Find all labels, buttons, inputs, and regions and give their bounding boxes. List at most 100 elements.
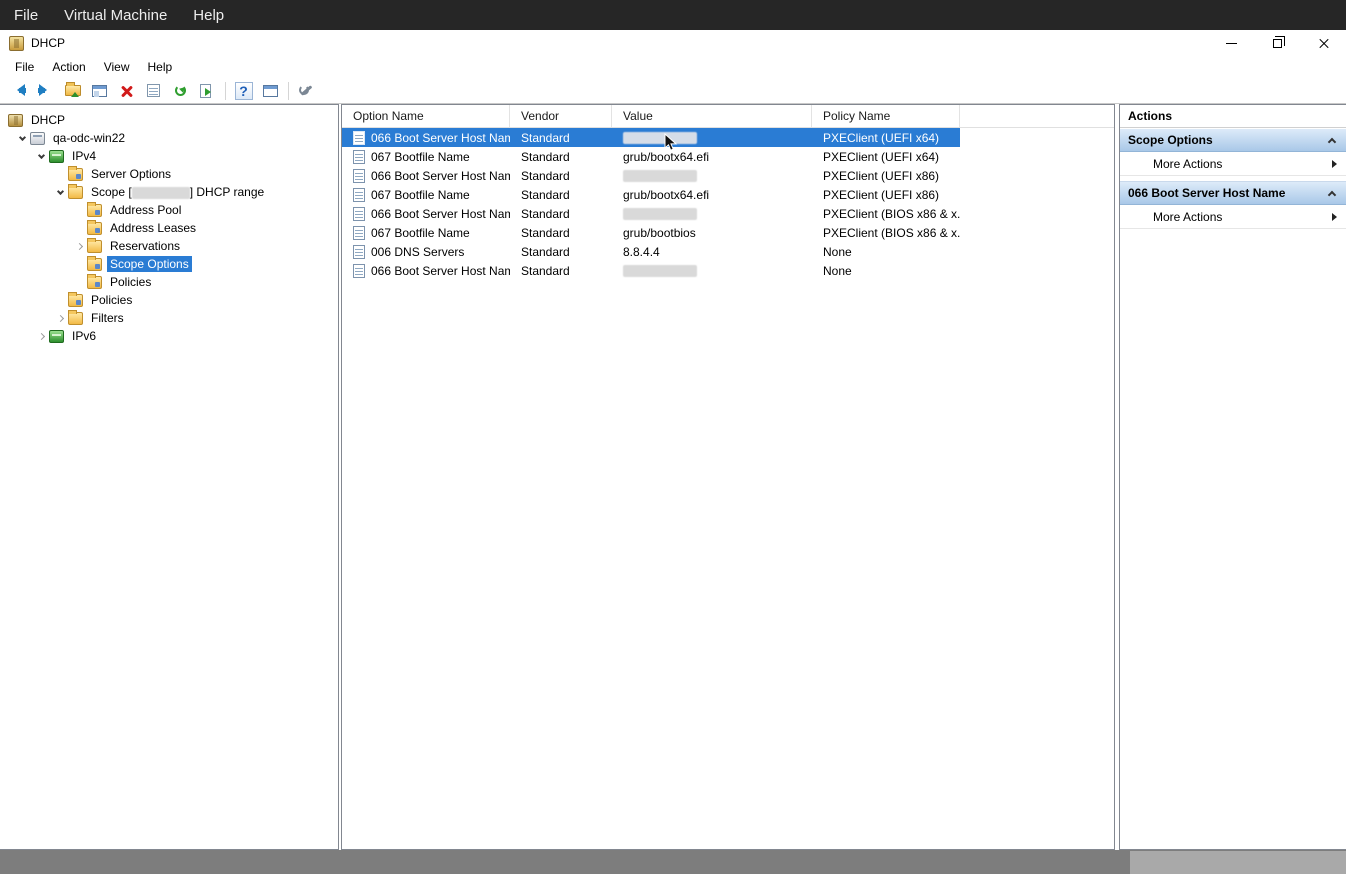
up-one-level-button[interactable] — [60, 80, 85, 102]
vendor: Standard — [510, 128, 612, 147]
dhcp-app-icon — [9, 36, 24, 51]
help-button[interactable]: ? — [231, 80, 256, 102]
expand-expander-icon[interactable] — [33, 334, 49, 339]
tree-item-label: IPv6 — [69, 328, 99, 344]
server-options-icon — [68, 168, 83, 181]
table-row[interactable]: 066 Boot Server Host Name Standard PXECl… — [342, 128, 960, 147]
tree-item-label: Policies — [107, 274, 154, 290]
table-row[interactable]: 006 DNS Servers Standard 8.8.4.4 None — [342, 242, 960, 261]
tree-item-scope[interactable]: Scope [] DHCP range — [0, 183, 338, 201]
actions-section-scope-options[interactable]: Scope Options — [1120, 128, 1346, 152]
option-icon — [353, 188, 365, 202]
tree-item-ipv6[interactable]: IPv6 — [0, 327, 338, 345]
menu-action[interactable]: Action — [43, 58, 94, 76]
screen: File Virtual Machine Help DHCP File Acti… — [0, 0, 1346, 874]
tree-item-scope-options[interactable]: Scope Options — [0, 255, 338, 273]
tree-item-label: Server Options — [88, 166, 174, 182]
scope-folder-icon — [68, 186, 83, 199]
tree-item-server-options[interactable]: Server Options — [0, 165, 338, 183]
properties-icon — [147, 84, 160, 97]
column-header-value[interactable]: Value — [612, 105, 812, 127]
policy-name: None — [812, 242, 960, 261]
option-icon — [353, 131, 365, 145]
policy-name: None — [812, 261, 960, 280]
export-list-button[interactable] — [195, 80, 220, 102]
tree-item-policies[interactable]: Policies — [0, 291, 338, 309]
column-header-vendor[interactable]: Vendor — [510, 105, 612, 127]
menu-file[interactable]: File — [6, 58, 43, 76]
tree-item-label: IPv4 — [69, 148, 99, 164]
option-name: 066 Boot Server Host Name — [371, 207, 510, 221]
actions-section-boot-server-host-name[interactable]: 066 Boot Server Host Name — [1120, 181, 1346, 205]
bottom-taskbar-strip-right — [1130, 851, 1346, 874]
policy-name: PXEClient (UEFI x64) — [812, 128, 960, 147]
table-row[interactable]: 067 Bootfile Name Standard grub/bootx64.… — [342, 147, 960, 166]
policy-name: PXEClient (UEFI x86) — [812, 166, 960, 185]
mmc-menubar: File Action View Help — [0, 56, 1346, 78]
minimize-icon — [1226, 43, 1237, 44]
vm-menu-virtual-machine[interactable]: Virtual Machine — [51, 0, 180, 30]
table-row[interactable]: 066 Boot Server Host Name Standard PXECl… — [342, 166, 960, 185]
policy-name: PXEClient (BIOS x86 & x... — [812, 223, 960, 242]
redacted-value — [623, 132, 697, 144]
policies-icon — [87, 276, 102, 289]
column-header-option-name[interactable]: Option Name — [342, 105, 510, 127]
properties-button[interactable] — [141, 80, 166, 102]
collapse-expander-icon[interactable] — [33, 155, 49, 158]
table-row[interactable]: 066 Boot Server Host Name Standard None — [342, 261, 960, 280]
tree-item-label: Reservations — [107, 238, 183, 254]
address-pool-icon — [87, 204, 102, 217]
actions-section-title: 066 Boot Server Host Name — [1128, 186, 1285, 200]
collapse-section-icon[interactable] — [1326, 134, 1338, 146]
tree-item-reservations[interactable]: Reservations — [0, 237, 338, 255]
option-name: 066 Boot Server Host Name — [371, 264, 510, 278]
tree-item-filters[interactable]: Filters — [0, 309, 338, 327]
back-button[interactable] — [6, 80, 31, 102]
console-window-icon — [263, 85, 278, 97]
column-header-policy-name[interactable]: Policy Name — [812, 105, 960, 127]
tree-item-label: Policies — [88, 292, 135, 308]
tree-item-label: Address Pool — [107, 202, 184, 218]
option-name: 067 Bootfile Name — [371, 188, 470, 202]
show-hide-console-tree-button[interactable] — [87, 80, 112, 102]
forward-button[interactable] — [33, 80, 58, 102]
more-actions-scope-options[interactable]: More Actions — [1120, 152, 1346, 176]
menu-help[interactable]: Help — [139, 58, 182, 76]
policies-icon — [68, 294, 83, 307]
vm-menu-file[interactable]: File — [0, 0, 51, 30]
minimize-button[interactable] — [1208, 30, 1254, 56]
tree-item-address-leases[interactable]: Address Leases — [0, 219, 338, 237]
vm-menubar: File Virtual Machine Help — [0, 0, 1346, 30]
tree-item-ipv4[interactable]: IPv4 — [0, 147, 338, 165]
option-name: 067 Bootfile Name — [371, 226, 470, 240]
expand-expander-icon[interactable] — [71, 244, 87, 249]
expand-expander-icon[interactable] — [52, 316, 68, 321]
tree-item-server[interactable]: qa-odc-win22 — [0, 129, 338, 147]
actions-pane-title: Actions — [1120, 105, 1346, 128]
tree-item-address-pool[interactable]: Address Pool — [0, 201, 338, 219]
tree-item-scope-policies[interactable]: Policies — [0, 273, 338, 291]
delete-icon — [121, 85, 133, 97]
restore-button[interactable] — [1254, 30, 1300, 56]
table-row[interactable]: 066 Boot Server Host Name Standard PXECl… — [342, 204, 960, 223]
delete-button[interactable] — [114, 80, 139, 102]
menu-view[interactable]: View — [95, 58, 139, 76]
tools-button[interactable] — [294, 80, 319, 102]
up-one-level-icon — [65, 85, 81, 96]
console-tree-pane: DHCP qa-odc-win22 IPv4 Server Options — [0, 104, 339, 850]
more-actions-boot-server-host-name[interactable]: More Actions — [1120, 205, 1346, 229]
collapse-expander-icon[interactable] — [52, 191, 68, 194]
refresh-button[interactable] — [168, 80, 193, 102]
collapse-section-icon[interactable] — [1326, 187, 1338, 199]
results-list-pane: Option Name Vendor Value Policy Name 066… — [341, 104, 1115, 850]
vendor: Standard — [510, 185, 612, 204]
table-row[interactable]: 067 Bootfile Name Standard grub/bootx64.… — [342, 185, 960, 204]
console-window-button[interactable] — [258, 80, 283, 102]
server-icon — [30, 132, 45, 145]
scope-options-icon — [87, 258, 102, 271]
table-row[interactable]: 067 Bootfile Name Standard grub/bootbios… — [342, 223, 960, 242]
vm-menu-help[interactable]: Help — [180, 0, 237, 30]
tree-item-dhcp-root[interactable]: DHCP — [0, 111, 338, 129]
collapse-expander-icon[interactable] — [14, 137, 30, 140]
close-button[interactable] — [1300, 30, 1346, 56]
